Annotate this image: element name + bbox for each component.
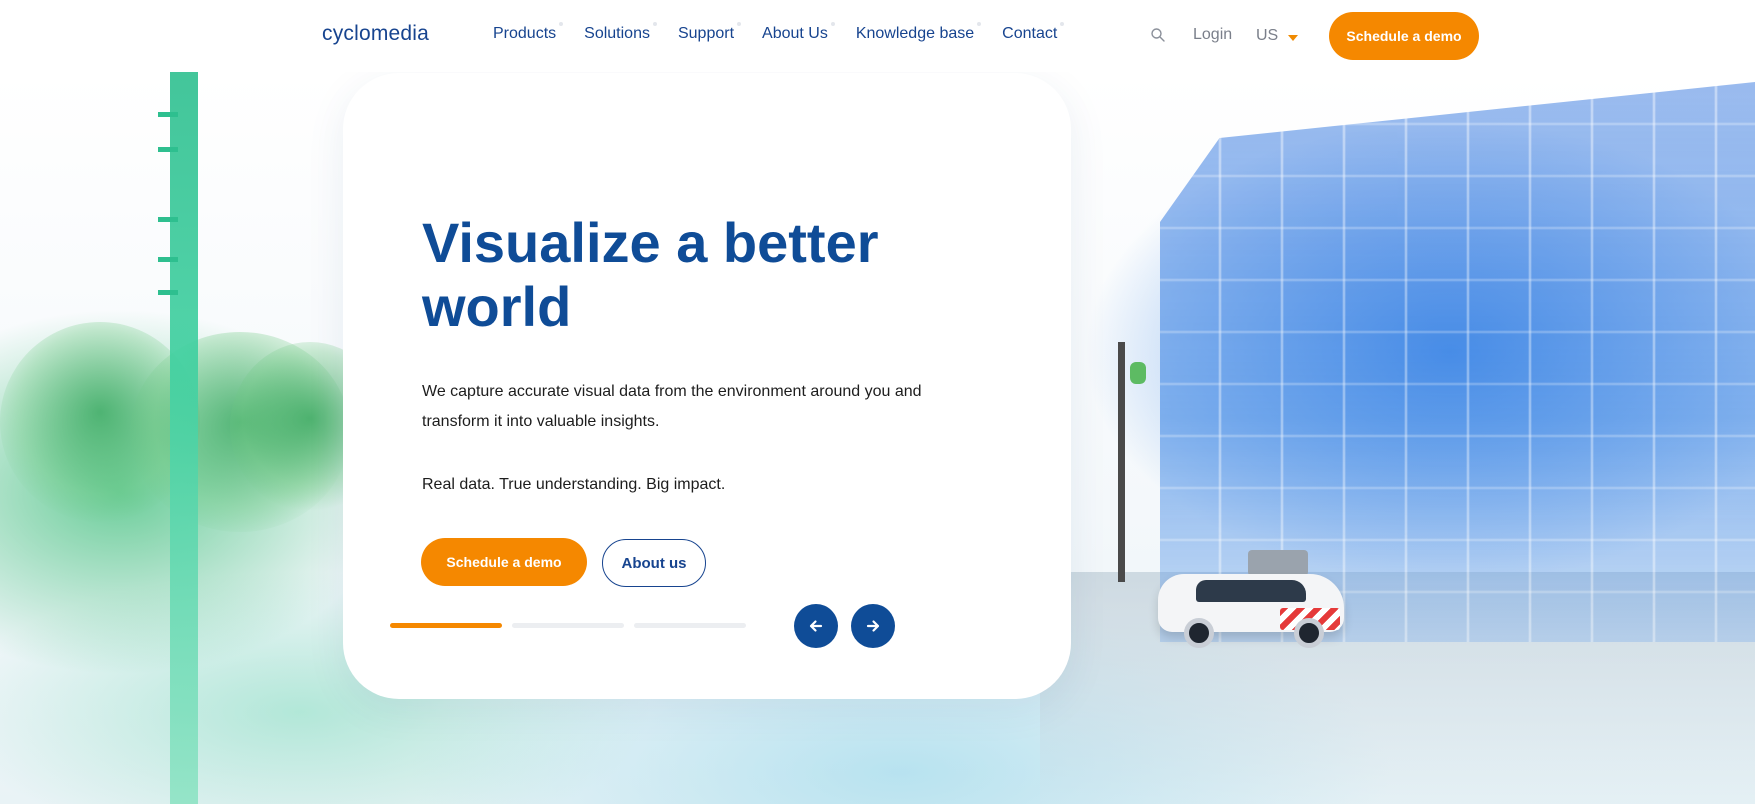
main-menu: Products Solutions Support About Us Know… — [493, 22, 1085, 43]
slide-indicator-2[interactable] — [512, 623, 624, 628]
menu-item-knowledge-base[interactable]: Knowledge base — [856, 22, 982, 43]
login-link[interactable]: Login — [1193, 26, 1232, 44]
menu-item-solutions[interactable]: Solutions — [584, 22, 657, 43]
pole-arm — [158, 217, 178, 222]
arrow-left-icon — [809, 620, 823, 632]
schedule-demo-button[interactable]: Schedule a demo — [421, 538, 587, 586]
pole-arm — [158, 147, 178, 152]
search-icon[interactable] — [1150, 27, 1166, 43]
chevron-down-icon — [1288, 34, 1299, 41]
car-wheel — [1184, 618, 1214, 648]
cyclomedia-logo[interactable]: cyclomedia — [322, 22, 429, 46]
previous-slide-button[interactable] — [794, 604, 838, 648]
about-us-button[interactable]: About us — [602, 539, 706, 587]
menu-item-about-us[interactable]: About Us — [762, 22, 835, 43]
pole-arm — [158, 257, 178, 262]
mapping-car — [1158, 550, 1344, 648]
car-wheel — [1294, 618, 1324, 648]
pole-arm — [158, 112, 178, 117]
traffic-light — [1130, 362, 1146, 384]
hero-lead-text: We capture accurate visual data from the… — [422, 383, 922, 430]
language-label: US — [1256, 27, 1279, 44]
hero-headline: Visualize a better world — [422, 211, 879, 338]
menu-item-contact[interactable]: Contact — [1002, 22, 1065, 43]
car-window — [1196, 580, 1306, 602]
slide-indicator-1[interactable] — [390, 623, 502, 628]
hero-tagline: Real data. True understanding. Big impac… — [422, 476, 726, 493]
top-navigation: cyclomedia Products Solutions Support Ab… — [0, 0, 1755, 72]
menu-item-support[interactable]: Support — [678, 22, 742, 43]
hero-card: Visualize a better world We capture accu… — [343, 73, 1071, 699]
slide-indicator-3[interactable] — [634, 623, 746, 628]
language-selector[interactable]: US — [1256, 27, 1299, 45]
pole-arm — [158, 290, 178, 295]
light-pole — [170, 72, 198, 804]
camera-rack — [1248, 550, 1308, 576]
arrow-right-icon — [866, 620, 880, 632]
schedule-demo-nav-button[interactable]: Schedule a demo — [1329, 12, 1479, 60]
next-slide-button[interactable] — [851, 604, 895, 648]
street-pole — [1118, 342, 1125, 582]
menu-item-products[interactable]: Products — [493, 22, 564, 43]
